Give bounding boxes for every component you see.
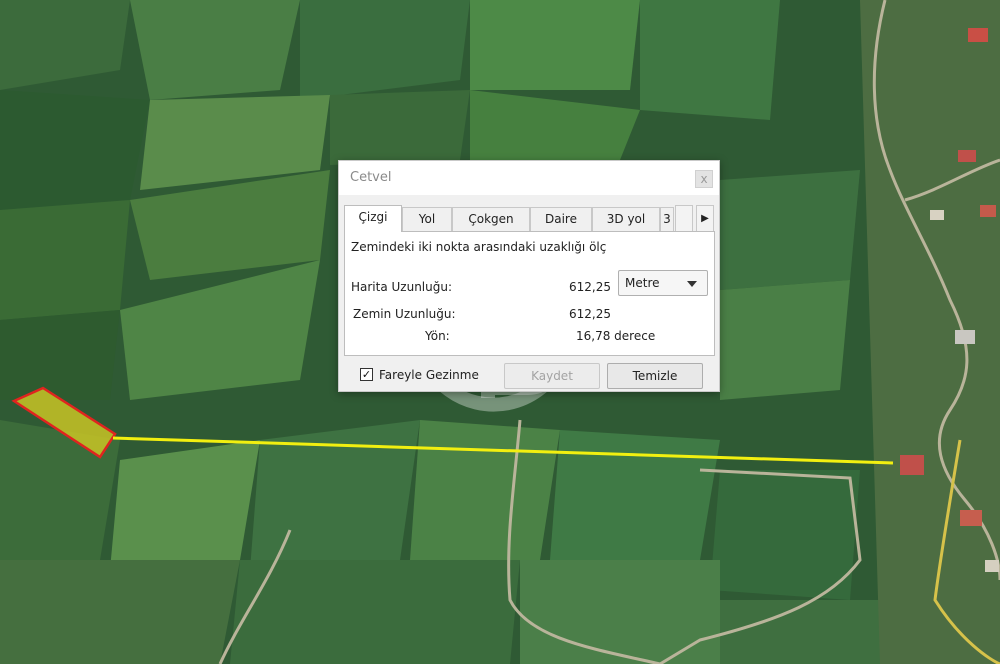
map-length-label: Harita Uzunluğu: (351, 280, 453, 294)
heading-value: 16,78 derece (576, 329, 656, 343)
mouse-nav-label[interactable]: Fareyle Gezinme (379, 368, 479, 382)
line-tab-panel: Zemindeki iki nokta arasındaki uzaklığı … (344, 231, 715, 356)
unit-select-value: Metre (625, 276, 660, 290)
map-length-value: 612,25 (569, 280, 611, 294)
chevron-down-icon (687, 281, 697, 287)
dialog-titlebar[interactable]: Cetvel x (339, 161, 719, 195)
tab-overflow[interactable]: 3 (660, 207, 674, 231)
measure-description: Zemindeki iki nokta arasındaki uzaklığı … (351, 240, 607, 254)
unit-select[interactable]: Metre (618, 270, 708, 296)
tab-line[interactable]: Çizgi (344, 205, 402, 232)
heading-label: Yön: (425, 329, 450, 343)
tab-scroll-left-button[interactable] (675, 205, 693, 232)
tab-scroll-right-button[interactable]: ▶ (696, 205, 714, 232)
clear-button[interactable]: Temizle (607, 363, 703, 389)
tab-polygon[interactable]: Çokgen (452, 207, 530, 231)
ground-length-value: 612,25 (569, 307, 611, 321)
ground-length-label: Zemin Uzunluğu: (353, 307, 456, 321)
mouse-nav-checkbox[interactable]: ✓ (360, 368, 373, 381)
tab-3d-path[interactable]: 3D yol (592, 207, 660, 231)
tab-bar: Çizgi Yol Çokgen Daire 3D yol 3 (344, 205, 674, 232)
save-button[interactable]: Kaydet (504, 363, 600, 389)
close-button[interactable]: x (695, 170, 713, 188)
tab-circle[interactable]: Daire (530, 207, 592, 231)
tab-path[interactable]: Yol (402, 207, 452, 231)
dialog-title: Cetvel (350, 170, 392, 185)
ruler-dialog: Cetvel x Çizgi Yol Çokgen Daire 3D yol 3… (338, 160, 720, 392)
